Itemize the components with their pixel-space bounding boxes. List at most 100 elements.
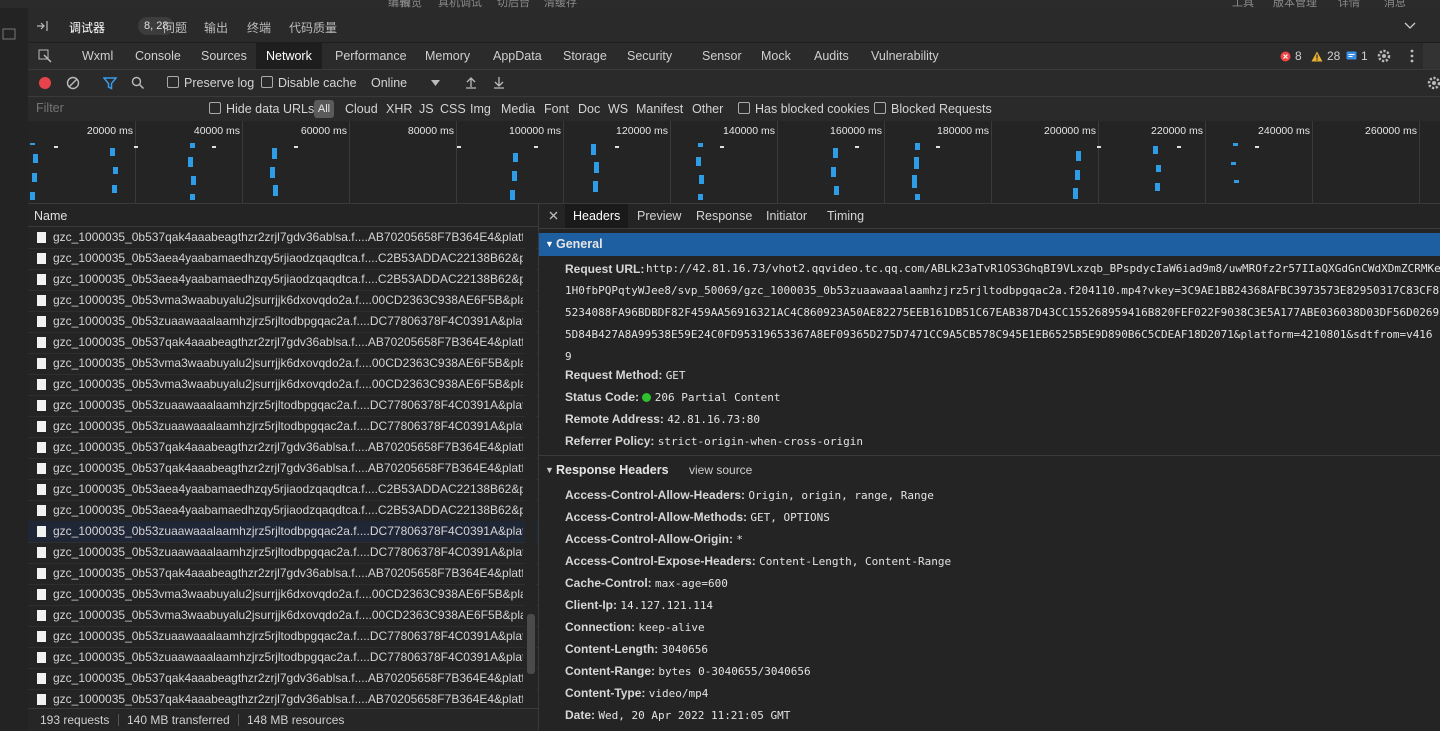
tab-problems[interactable]: 问题 xyxy=(163,19,187,36)
request-row[interactable]: gzc_1000035_0b537qak4aaabeagthzr2zrjl7gd… xyxy=(28,227,538,249)
filter-type-css[interactable]: CSS xyxy=(440,97,466,121)
panel-scrollbar[interactable] xyxy=(1423,43,1440,69)
top-menu-item[interactable]: 切后台 xyxy=(497,0,530,8)
request-row[interactable]: gzc_1000035_0b53aea4yaabamaedhzqy5rjiaod… xyxy=(28,479,538,501)
tab-timing[interactable]: Timing xyxy=(827,204,864,228)
top-menu-item[interactable]: 真机调试 xyxy=(438,0,482,8)
response-headers-section-header[interactable]: ▼ Response Headers view source xyxy=(539,459,1440,482)
column-header-name[interactable]: Name xyxy=(28,204,538,227)
request-row[interactable]: gzc_1000035_0b537qak4aaabeagthzr2zrjl7gd… xyxy=(28,563,538,585)
network-overview-timeline[interactable]: 20000 ms 40000 ms 60000 ms 80000 ms 1000… xyxy=(28,121,1440,204)
filter-type-doc[interactable]: Doc xyxy=(578,97,600,121)
top-menu-item[interactable]: 清缓存 xyxy=(544,0,577,8)
request-row[interactable]: gzc_1000035_0b53aea4yaabamaedhzqy5rjiaod… xyxy=(28,269,538,291)
request-row[interactable]: gzc_1000035_0b53zuaawaaalaamhzjrz5rjltod… xyxy=(28,647,538,669)
filter-type-ws[interactable]: WS xyxy=(608,97,628,121)
chevron-down-icon[interactable] xyxy=(1404,22,1416,30)
top-menu-item[interactable]: 预览 xyxy=(400,0,422,8)
request-row[interactable]: gzc_1000035_0b53vma3waabuyalu2jsurrjjk6d… xyxy=(28,290,538,312)
request-row[interactable]: gzc_1000035_0b53vma3waabuyalu2jsurrjjk6d… xyxy=(28,353,538,375)
filter-type-xhr[interactable]: XHR xyxy=(386,97,412,121)
network-settings-gear-icon[interactable] xyxy=(1426,75,1440,91)
preserve-log-checkbox[interactable]: Preserve log xyxy=(167,70,254,96)
search-icon[interactable] xyxy=(131,76,145,90)
warning-icon[interactable] xyxy=(1311,51,1323,62)
disable-cache-checkbox[interactable]: Disable cache xyxy=(261,70,357,96)
record-icon[interactable] xyxy=(38,76,52,90)
tab-code-quality[interactable]: 代码质量 xyxy=(289,19,337,36)
tab-performance[interactable]: Performance xyxy=(335,43,407,69)
request-row[interactable]: gzc_1000035_0b53aea4yaabamaedhzqy5rjiaod… xyxy=(28,500,538,522)
clear-icon[interactable] xyxy=(66,76,80,90)
has-blocked-cookies-checkbox[interactable]: Has blocked cookies xyxy=(738,97,870,121)
request-row[interactable]: gzc_1000035_0b53zuaawaaalaamhzjrz5rjltod… xyxy=(28,395,538,417)
request-row[interactable]: gzc_1000035_0b537qak4aaabeagthzr2zrjl7gd… xyxy=(28,458,538,480)
top-menu-item[interactable]: 消息 xyxy=(1384,0,1406,8)
dock-icon[interactable] xyxy=(36,20,50,32)
info-count[interactable]: 1 xyxy=(1361,43,1368,69)
export-har-icon[interactable] xyxy=(493,76,505,89)
tab-debugger[interactable]: 调试器 xyxy=(69,19,105,36)
hide-data-urls-checkbox[interactable]: Hide data URLs xyxy=(209,97,314,121)
import-har-icon[interactable] xyxy=(465,76,477,89)
tab-network[interactable]: Network xyxy=(256,43,322,69)
filter-type-img[interactable]: Img xyxy=(470,97,491,121)
filter-type-manifest[interactable]: Manifest xyxy=(636,97,683,121)
request-row[interactable]: gzc_1000035_0b53vma3waabuyalu2jsurrjjk6d… xyxy=(28,605,538,627)
filter-type-font[interactable]: Font xyxy=(544,97,569,121)
warning-count[interactable]: 28 xyxy=(1327,43,1340,69)
tab-audits[interactable]: Audits xyxy=(814,43,849,69)
tab-sensor[interactable]: Sensor xyxy=(702,43,742,69)
tab-initiator[interactable]: Initiator xyxy=(766,204,807,228)
inspect-element-icon[interactable] xyxy=(38,49,52,63)
close-icon[interactable] xyxy=(549,211,558,220)
tab-mock[interactable]: Mock xyxy=(761,43,791,69)
filter-input[interactable] xyxy=(32,99,210,117)
request-row[interactable]: gzc_1000035_0b53zuaawaaalaamhzjrz5rjltod… xyxy=(28,416,538,438)
tab-headers[interactable]: Headers xyxy=(565,204,629,228)
filter-type-cloud[interactable]: Cloud xyxy=(345,97,378,121)
tab-wxml[interactable]: Wxml xyxy=(82,43,113,69)
filter-icon[interactable] xyxy=(103,76,117,90)
filter-type-other[interactable]: Other xyxy=(692,97,723,121)
request-row[interactable]: gzc_1000035_0b537qak4aaabeagthzr2zrjl7gd… xyxy=(28,668,538,690)
request-row[interactable]: gzc_1000035_0b537qak4aaabeagthzr2zrjl7gd… xyxy=(28,437,538,459)
tab-preview[interactable]: Preview xyxy=(637,204,681,228)
request-row[interactable]: gzc_1000035_0b537qak4aaabeagthzr2zrjl7gd… xyxy=(28,332,538,354)
chevron-down-icon[interactable] xyxy=(431,80,440,86)
filter-all-button[interactable]: All xyxy=(314,100,334,118)
view-source-link[interactable]: view source xyxy=(689,459,752,482)
request-row[interactable]: gzc_1000035_0b53vma3waabuyalu2jsurrjjk6d… xyxy=(28,584,538,606)
request-row[interactable]: gzc_1000035_0b53zuaawaaalaamhzjrz5rjltod… xyxy=(28,626,538,648)
tab-vulnerability[interactable]: Vulnerability xyxy=(871,43,939,69)
tab-memory[interactable]: Memory xyxy=(425,43,470,69)
tab-appdata[interactable]: AppData xyxy=(493,43,542,69)
blocked-requests-checkbox[interactable]: Blocked Requests xyxy=(874,97,992,121)
filter-type-media[interactable]: Media xyxy=(501,97,535,121)
general-section-header[interactable]: ▼ General xyxy=(539,233,1440,256)
top-menu-item[interactable]: 版本管理 xyxy=(1273,0,1317,8)
request-row[interactable]: gzc_1000035_0b53zuaawaaalaamhzjrz5rjltod… xyxy=(28,542,538,564)
error-icon[interactable] xyxy=(1280,51,1291,62)
list-scrollbar-thumb[interactable] xyxy=(527,614,535,674)
tab-response[interactable]: Response xyxy=(696,204,752,228)
tab-security[interactable]: Security xyxy=(627,43,672,69)
tab-console[interactable]: Console xyxy=(135,43,181,69)
tab-sources[interactable]: Sources xyxy=(201,43,247,69)
top-menu-item[interactable]: 工具 xyxy=(1232,0,1254,8)
request-row[interactable]: gzc_1000035_0b53aea4yaabamaedhzqy5rjiaod… xyxy=(28,248,538,270)
request-row[interactable]: gzc_1000035_0b53zuaawaaalaamhzjrz5rjltod… xyxy=(28,311,538,333)
tab-storage[interactable]: Storage xyxy=(563,43,607,69)
throttling-select[interactable]: Online xyxy=(371,70,407,96)
info-icon[interactable] xyxy=(1346,51,1357,61)
window-icon[interactable] xyxy=(2,28,16,40)
filter-type-js[interactable]: JS xyxy=(419,97,434,121)
error-count[interactable]: 8 xyxy=(1295,43,1302,69)
more-options-icon[interactable] xyxy=(1410,49,1414,63)
request-row[interactable]: gzc_1000035_0b53zuaawaaalaamhzjrz5rjltod… xyxy=(28,521,538,543)
gear-icon[interactable] xyxy=(1376,48,1392,64)
top-menu-item[interactable]: 详情 xyxy=(1338,0,1360,8)
tab-terminal[interactable]: 终端 xyxy=(247,19,271,36)
request-row[interactable]: gzc_1000035_0b53vma3waabuyalu2jsurrjjk6d… xyxy=(28,374,538,396)
tab-output[interactable]: 输出 xyxy=(204,19,228,36)
